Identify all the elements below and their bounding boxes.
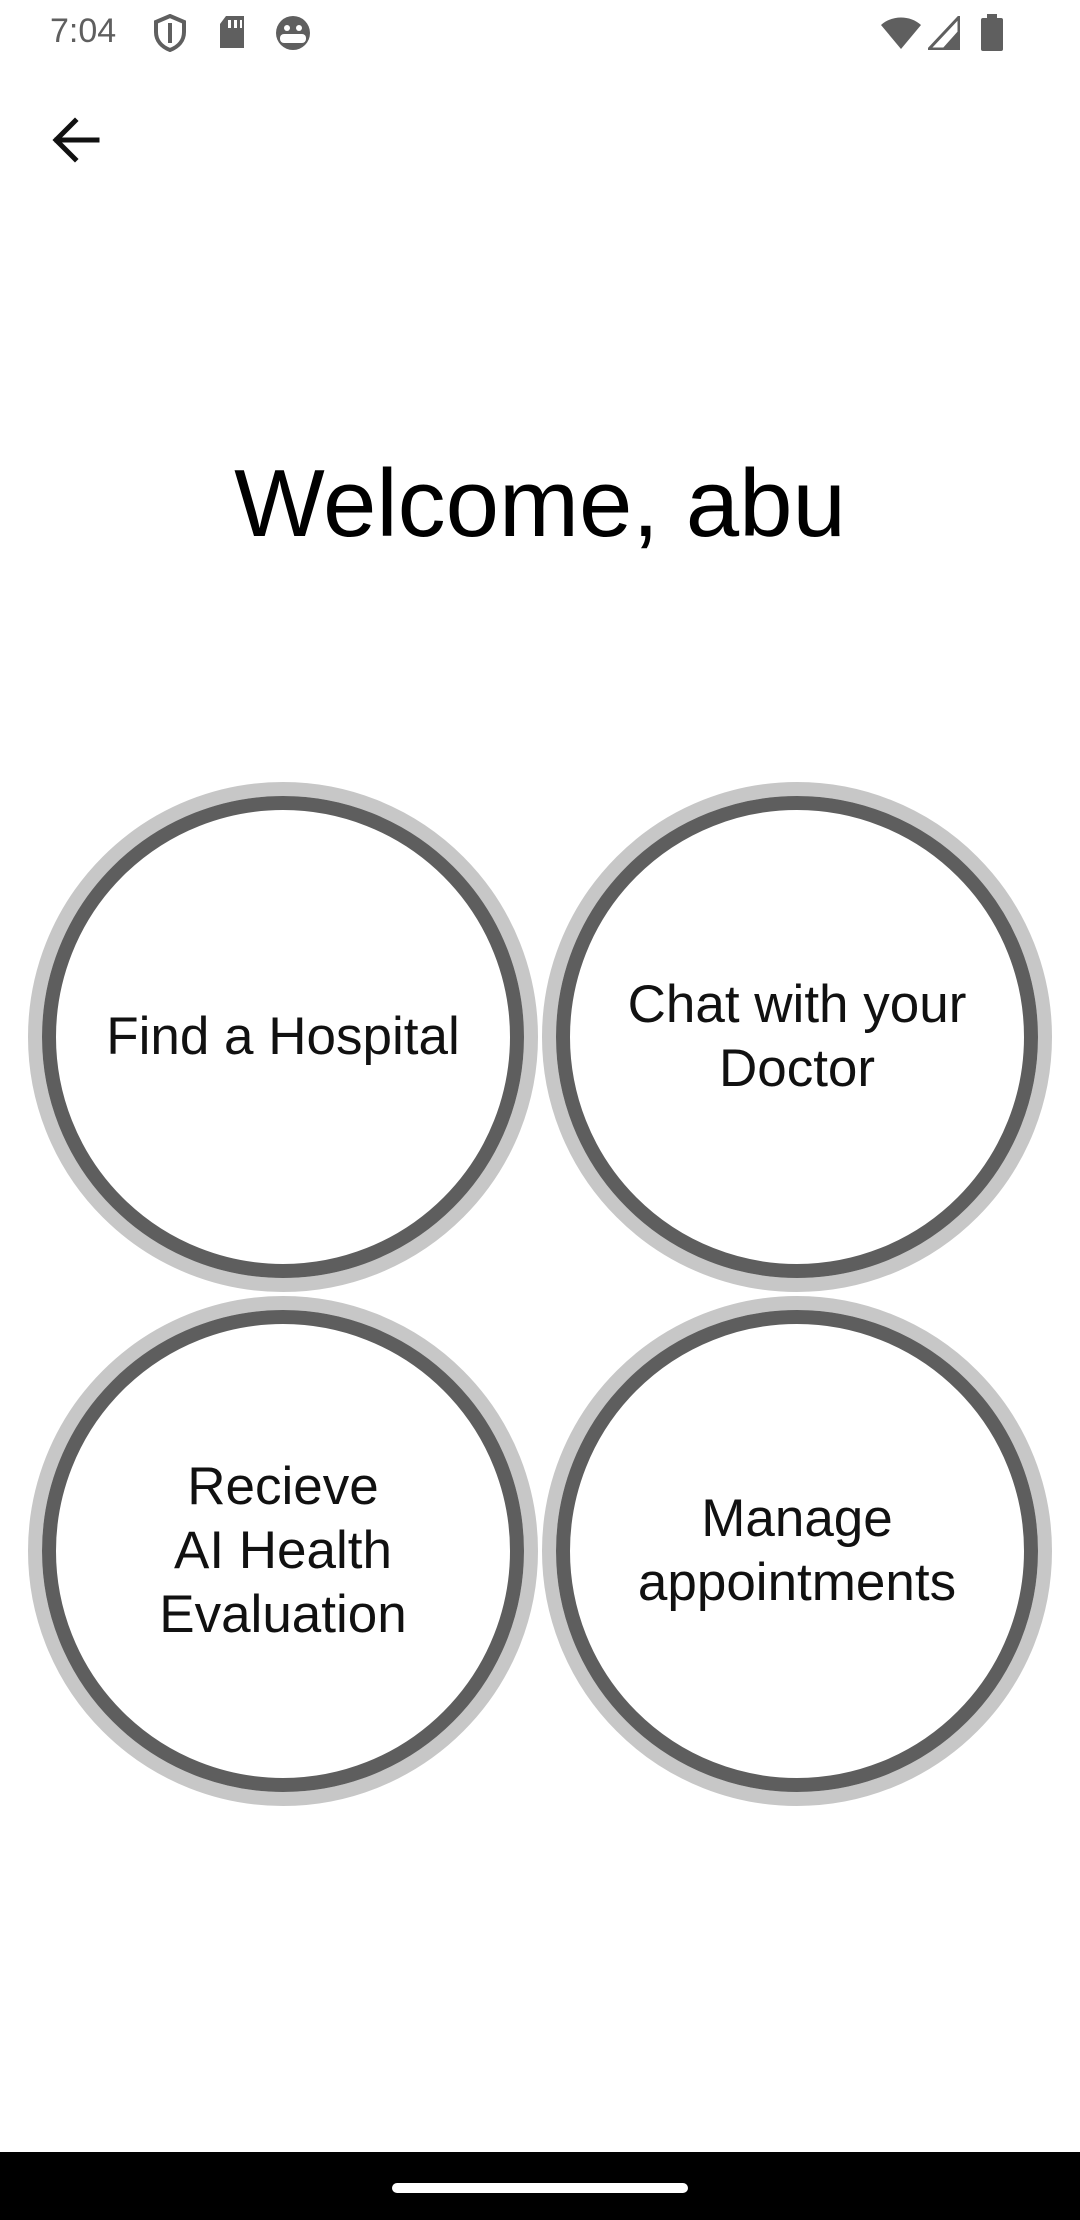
manage-appointments-label: Manage appointments [637, 1489, 957, 1612]
ai-health-evaluation-label: Recieve AI Health Evaluation [159, 1457, 407, 1644]
battery-icon [980, 14, 1004, 57]
chat-doctor-label: Chat with your Doctor [627, 975, 967, 1098]
cellular-signal-icon [925, 13, 961, 55]
sd-card-icon [216, 14, 248, 55]
shield-icon [152, 13, 188, 57]
chat-doctor-button[interactable]: Chat with your Doctor [542, 782, 1052, 1292]
arrow-back-icon [51, 116, 101, 168]
status-bar: 7:04 [0, 0, 1080, 66]
wifi-icon [880, 16, 922, 55]
find-hospital-button[interactable]: Find a Hospital [28, 782, 538, 1292]
back-button[interactable] [36, 106, 116, 178]
ai-health-evaluation-button[interactable]: Recieve AI Health Evaluation [28, 1296, 538, 1806]
welcome-title: Welcome, abu [234, 450, 846, 557]
manage-appointments-button[interactable]: Manage appointments [542, 1296, 1052, 1806]
find-hospital-label: Find a Hospital [106, 1007, 460, 1066]
system-navigation-bar [0, 2152, 1080, 2220]
home-gesture-handle[interactable] [392, 2183, 688, 2193]
status-time: 7:04 [50, 12, 117, 50]
android-face-icon [274, 14, 312, 57]
